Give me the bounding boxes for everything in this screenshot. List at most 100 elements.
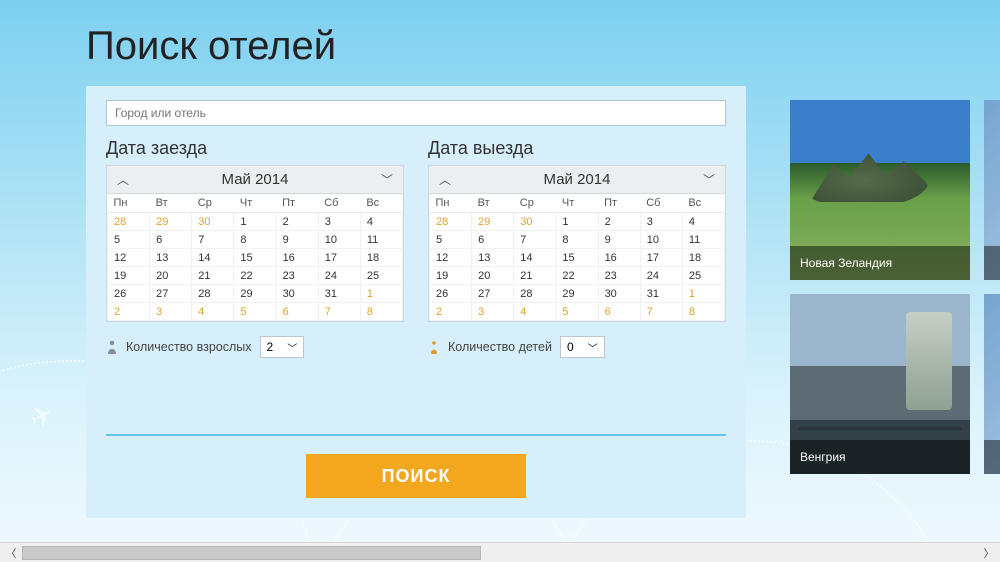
calendar-day[interactable]: 28 <box>192 285 234 303</box>
calendar-day[interactable]: 18 <box>360 249 402 267</box>
calendar-day[interactable]: 15 <box>556 249 598 267</box>
destination-tile[interactable] <box>984 100 1000 280</box>
calendar-day[interactable]: 31 <box>640 285 682 303</box>
prev-month-button[interactable]: ︿ <box>439 171 451 188</box>
calendar-day[interactable]: 27 <box>150 285 192 303</box>
calendar-day[interactable]: 4 <box>682 213 724 231</box>
calendar-day[interactable]: 7 <box>318 303 360 321</box>
calendar-day[interactable]: 5 <box>430 231 472 249</box>
calendar-day[interactable]: 28 <box>108 213 150 231</box>
calendar-day[interactable]: 3 <box>640 213 682 231</box>
checkin-calendar[interactable]: ︿ Май 2014 ﹀ ПнВтСрЧтПтСбВс2829301234567… <box>106 165 404 322</box>
calendar-day[interactable]: 22 <box>234 267 276 285</box>
calendar-day[interactable]: 11 <box>682 231 724 249</box>
calendar-day[interactable]: 1 <box>556 213 598 231</box>
calendar-day[interactable]: 6 <box>276 303 318 321</box>
city-hotel-input[interactable] <box>106 100 726 126</box>
calendar-day[interactable]: 1 <box>682 285 724 303</box>
calendar-day[interactable]: 4 <box>192 303 234 321</box>
calendar-day[interactable]: 9 <box>276 231 318 249</box>
horizontal-scrollbar[interactable]: 〈 〉 <box>0 542 1000 562</box>
calendar-day[interactable]: 15 <box>234 249 276 267</box>
calendar-day[interactable]: 28 <box>514 285 556 303</box>
calendar-day[interactable]: 7 <box>514 231 556 249</box>
calendar-day[interactable]: 23 <box>598 267 640 285</box>
calendar-day[interactable]: 4 <box>514 303 556 321</box>
calendar-day[interactable]: 7 <box>640 303 682 321</box>
scroll-right-button[interactable]: 〉 <box>978 543 1000 562</box>
calendar-day[interactable]: 6 <box>150 231 192 249</box>
scrollbar-thumb[interactable] <box>22 546 481 560</box>
calendar-day[interactable]: 17 <box>640 249 682 267</box>
prev-month-button[interactable]: ︿ <box>117 171 129 188</box>
destination-tile[interactable]: Новая Зеландия <box>790 100 970 280</box>
calendar-day[interactable]: 2 <box>108 303 150 321</box>
calendar-day[interactable]: 12 <box>430 249 472 267</box>
scrollbar-track[interactable] <box>22 543 978 562</box>
calendar-day[interactable]: 30 <box>276 285 318 303</box>
calendar-day[interactable]: 26 <box>108 285 150 303</box>
calendar-day[interactable]: 23 <box>276 267 318 285</box>
calendar-day[interactable]: 17 <box>318 249 360 267</box>
calendar-day[interactable]: 5 <box>108 231 150 249</box>
calendar-day[interactable]: 16 <box>598 249 640 267</box>
calendar-day[interactable]: 8 <box>556 231 598 249</box>
children-select[interactable]: 0 ﹀ <box>560 336 605 358</box>
calendar-day[interactable]: 2 <box>598 213 640 231</box>
calendar-day[interactable]: 29 <box>150 213 192 231</box>
destination-tile[interactable]: Венгрия <box>790 294 970 474</box>
calendar-day[interactable]: 12 <box>108 249 150 267</box>
calendar-day[interactable]: 5 <box>556 303 598 321</box>
calendar-day[interactable]: 29 <box>472 213 514 231</box>
calendar-day[interactable]: 28 <box>430 213 472 231</box>
calendar-day[interactable]: 14 <box>192 249 234 267</box>
calendar-day[interactable]: 30 <box>514 213 556 231</box>
calendar-day[interactable]: 7 <box>192 231 234 249</box>
calendar-day[interactable]: 3 <box>472 303 514 321</box>
calendar-day[interactable]: 8 <box>234 231 276 249</box>
checkout-calendar[interactable]: ︿ Май 2014 ﹀ ПнВтСрЧтПтСбВс2829301234567… <box>428 165 726 322</box>
calendar-day[interactable]: 13 <box>472 249 514 267</box>
calendar-day[interactable]: 13 <box>150 249 192 267</box>
destination-tile[interactable] <box>984 294 1000 474</box>
calendar-day[interactable]: 4 <box>360 213 402 231</box>
calendar-day[interactable]: 6 <box>472 231 514 249</box>
calendar-day[interactable]: 8 <box>360 303 402 321</box>
scroll-left-button[interactable]: 〈 <box>0 543 22 562</box>
calendar-day[interactable]: 19 <box>430 267 472 285</box>
calendar-day[interactable]: 19 <box>108 267 150 285</box>
calendar-day[interactable]: 26 <box>430 285 472 303</box>
calendar-day[interactable]: 30 <box>192 213 234 231</box>
calendar-day[interactable]: 22 <box>556 267 598 285</box>
calendar-day[interactable]: 6 <box>598 303 640 321</box>
calendar-day[interactable]: 30 <box>598 285 640 303</box>
calendar-day[interactable]: 10 <box>318 231 360 249</box>
calendar-day[interactable]: 3 <box>150 303 192 321</box>
calendar-day[interactable]: 20 <box>472 267 514 285</box>
calendar-day[interactable]: 8 <box>682 303 724 321</box>
calendar-day[interactable]: 14 <box>514 249 556 267</box>
calendar-day[interactable]: 16 <box>276 249 318 267</box>
calendar-day[interactable]: 29 <box>234 285 276 303</box>
calendar-day[interactable]: 25 <box>360 267 402 285</box>
calendar-day[interactable]: 21 <box>192 267 234 285</box>
calendar-day[interactable]: 18 <box>682 249 724 267</box>
calendar-day[interactable]: 2 <box>430 303 472 321</box>
calendar-day[interactable]: 3 <box>318 213 360 231</box>
calendar-day[interactable]: 21 <box>514 267 556 285</box>
next-month-button[interactable]: ﹀ <box>381 171 393 188</box>
calendar-day[interactable]: 1 <box>360 285 402 303</box>
calendar-day[interactable]: 24 <box>640 267 682 285</box>
adults-select[interactable]: 2 ﹀ <box>260 336 305 358</box>
calendar-day[interactable]: 31 <box>318 285 360 303</box>
calendar-day[interactable]: 5 <box>234 303 276 321</box>
next-month-button[interactable]: ﹀ <box>703 171 715 188</box>
search-button[interactable]: ПОИСК <box>306 454 526 498</box>
calendar-day[interactable]: 2 <box>276 213 318 231</box>
calendar-day[interactable]: 27 <box>472 285 514 303</box>
calendar-day[interactable]: 20 <box>150 267 192 285</box>
calendar-day[interactable]: 1 <box>234 213 276 231</box>
calendar-day[interactable]: 24 <box>318 267 360 285</box>
calendar-day[interactable]: 11 <box>360 231 402 249</box>
calendar-day[interactable]: 29 <box>556 285 598 303</box>
